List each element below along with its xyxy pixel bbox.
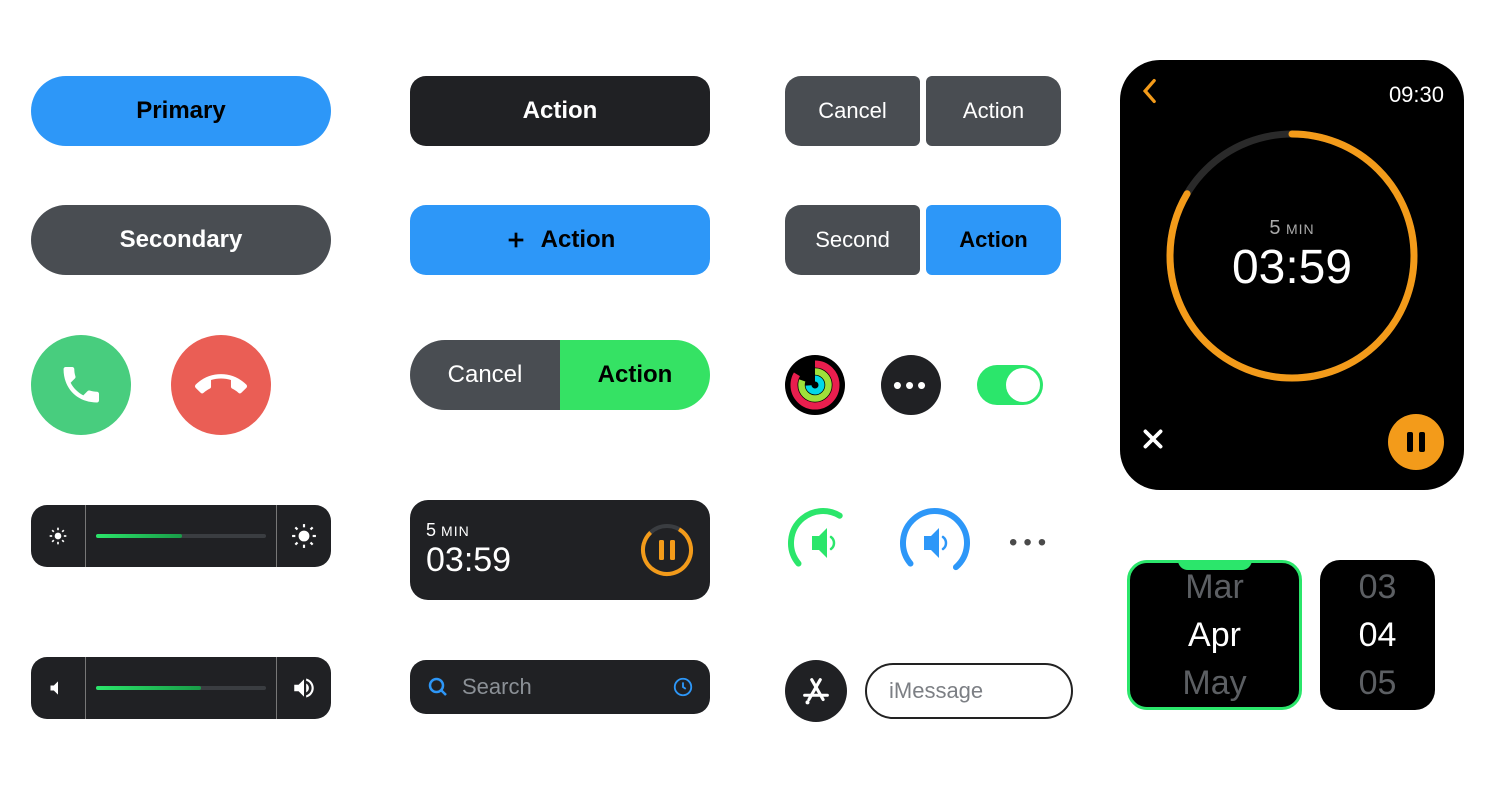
cancel-action-split: Cancel Action [785,76,1061,146]
second-action-split: Second Action [785,205,1061,275]
volume-low-icon [31,678,85,698]
clock-icon [672,676,694,698]
brightness-slider[interactable] [31,505,331,567]
search-placeholder: Search [462,674,660,700]
day-prev: 03 [1359,563,1397,611]
brightness-high-icon [277,523,331,549]
watch-status-time: 09:30 [1389,82,1444,108]
action-pill-button[interactable]: Action [560,340,710,410]
split-cancel-button[interactable]: Cancel [785,76,920,146]
search-icon [426,675,450,699]
day-picker[interactable]: 03 04 05 [1320,560,1435,710]
imessage-row: iMessage [785,660,1073,722]
watch-close-button[interactable] [1140,426,1166,459]
secondary-button[interactable]: Secondary [31,205,331,275]
close-icon [1140,426,1166,452]
brightness-track[interactable] [86,505,276,567]
date-picker: MONTH Mar Apr May 03 04 05 [1127,560,1435,710]
more-button[interactable]: ••• [881,355,941,415]
pause-icon [1405,430,1427,454]
volume-slider[interactable] [31,657,331,719]
timer-card-pause-button[interactable] [640,523,694,577]
watch-back-button[interactable] [1140,78,1158,111]
phone-icon [58,362,104,408]
split-action-button[interactable]: Action [926,76,1061,146]
watch-pause-button[interactable] [1388,414,1444,470]
chevron-left-icon [1140,78,1158,104]
action-dark-button[interactable]: Action [410,76,710,146]
split-action-blue-button[interactable]: Action [926,205,1061,275]
brightness-low-icon [31,526,85,546]
split-second-button[interactable]: Second [785,205,920,275]
activity-rings-button[interactable] [785,355,845,415]
phone-down-icon [195,359,247,411]
month-current: Apr [1188,611,1241,659]
month-prev: Mar [1185,563,1244,611]
app-store-icon [799,674,833,708]
timer-card[interactable]: 5 MIN 03:59 [410,500,710,600]
add-action-label: Action [541,226,616,254]
imessage-input[interactable]: iMessage [865,663,1073,719]
volume-ring-green[interactable] [785,505,861,581]
search-input[interactable]: Search [410,660,710,714]
cancel-pill-button[interactable]: Cancel [410,340,560,410]
month-picker[interactable]: MONTH Mar Apr May [1127,560,1302,710]
month-next: May [1182,659,1246,707]
watch-timer-ring: 5 MIN 03:59 [1157,121,1427,391]
timer-card-label: 5 MIN [426,520,511,541]
ellipsis-icon: ••• [893,370,929,401]
imessage-placeholder: iMessage [889,678,983,704]
activity-rings-icon [790,360,840,410]
primary-button[interactable]: Primary [31,76,331,146]
pause-ring-icon [640,523,694,577]
day-current: 04 [1359,611,1397,659]
day-next: 05 [1359,659,1397,707]
volume-track[interactable] [86,657,276,719]
progress-ring-green-icon [785,505,861,581]
volume-high-icon [277,675,331,701]
plus-icon [505,229,527,251]
progress-ring-row: ••• [785,505,1052,581]
watch-timer-screen: 09:30 5 MIN 03:59 [1120,60,1464,490]
call-button-group [31,335,271,435]
volume-ring-blue[interactable] [897,505,973,581]
app-store-button[interactable] [785,660,847,722]
toggle-switch[interactable] [977,365,1043,405]
timer-ring-icon [1157,121,1427,391]
timer-card-time: 03:59 [426,541,511,580]
progress-ring-blue-icon [897,505,973,581]
circle-icon-row: ••• [785,355,1043,415]
accept-call-button[interactable] [31,335,131,435]
more-dots-light[interactable]: ••• [1009,529,1052,557]
cancel-action-pill: Cancel Action [410,340,710,410]
add-action-button[interactable]: Action [410,205,710,275]
decline-call-button[interactable] [171,335,271,435]
